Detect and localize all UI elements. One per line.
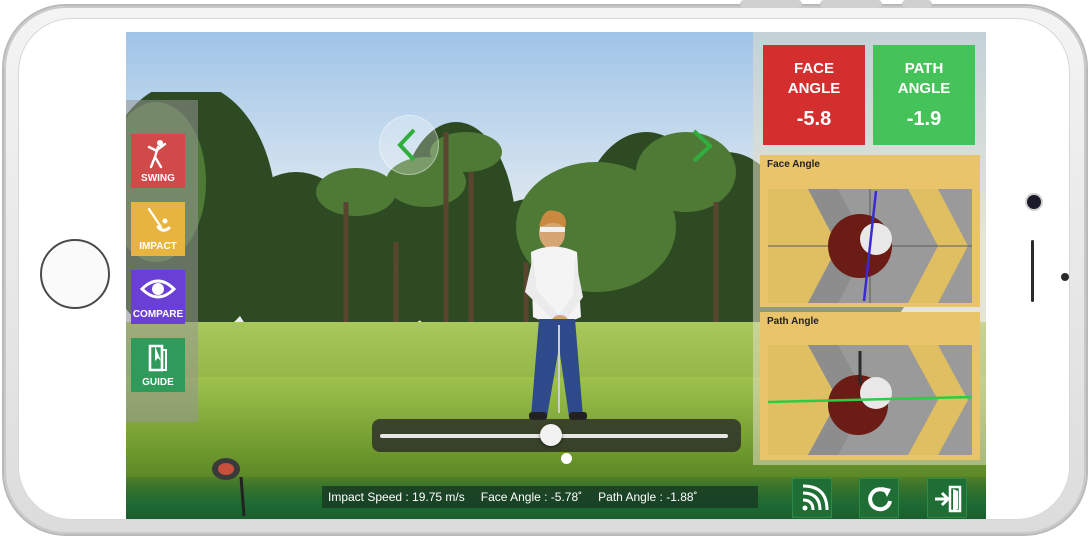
- path-angle-view-title: Path Angle: [767, 316, 819, 327]
- path-angle-view: Path Angle: [760, 312, 980, 460]
- impact-label: IMPACT: [139, 241, 177, 252]
- book-icon: [148, 344, 167, 372]
- club-selector-icon[interactable]: [210, 452, 246, 517]
- face-angle-diagram: [768, 189, 972, 303]
- compare-label: COMPARE: [132, 309, 184, 320]
- playback-slider[interactable]: [372, 419, 741, 452]
- replay-icon: [868, 487, 892, 512]
- chevron-right-icon[interactable]: [688, 128, 718, 164]
- golfer-avatar: [525, 210, 587, 420]
- analysis-panel: FACE ANGLE -5.8 PATH ANGLE -1.9 Face Ang…: [753, 32, 986, 465]
- guide-label: GUIDE: [142, 377, 174, 388]
- replay-button[interactable]: [859, 478, 899, 518]
- front-camera: [1027, 195, 1041, 209]
- volume-button: [820, 0, 882, 8]
- compare-button[interactable]: COMPARE: [131, 270, 185, 324]
- proximity-sensor: [1061, 273, 1069, 281]
- impact-button[interactable]: IMPACT: [131, 202, 185, 256]
- swing-label: SWING: [141, 173, 175, 184]
- frame-indicator-dot: [561, 453, 572, 464]
- path-angle-heading-line1: PATH: [904, 60, 944, 77]
- exit-door-icon: [935, 485, 962, 513]
- golfer-icon: [147, 140, 167, 169]
- face-angle-card: FACE ANGLE -5.8: [763, 45, 865, 145]
- side-menu: SWING IMPACT COMPARE GUIDE: [126, 100, 198, 422]
- impact-readout: Impact Speed : 19.75 m/s Face Angle : -5.…: [322, 486, 758, 508]
- home-button[interactable]: [40, 239, 110, 309]
- face-angle-view-title: Face Angle: [767, 159, 820, 170]
- golf-club-ball-icon: [147, 207, 171, 232]
- exit-button[interactable]: [927, 478, 967, 518]
- path-angle-heading-line2: ANGLE: [897, 80, 951, 97]
- swing-button[interactable]: SWING: [131, 134, 185, 188]
- guide-button[interactable]: GUIDE: [131, 338, 185, 392]
- path-angle-diagram: [768, 345, 972, 455]
- impact-speed-text: Impact Speed : 19.75 m/s: [328, 490, 465, 504]
- face-angle-text: Face Angle : -5.78˚: [480, 490, 583, 504]
- previous-view-button[interactable]: [379, 115, 439, 175]
- path-angle-card: PATH ANGLE -1.9: [873, 45, 975, 145]
- path-angle-text: Path Angle : -1.88˚: [598, 490, 698, 504]
- path-angle-value: -1.9: [906, 108, 942, 130]
- path-angle-visual: [768, 345, 972, 455]
- face-angle-heading-line2: ANGLE: [787, 80, 841, 97]
- earpiece-speaker: [1031, 240, 1034, 302]
- face-angle-view: Face Angle: [760, 155, 980, 307]
- face-angle-value: -5.8: [796, 108, 832, 130]
- chevron-left-icon: [397, 128, 416, 162]
- slider-thumb[interactable]: [539, 424, 562, 446]
- volume-button: [740, 0, 802, 8]
- mute-switch: [902, 0, 932, 8]
- face-angle-heading-line1: FACE: [793, 60, 834, 77]
- sensor-connect-button[interactable]: [792, 478, 832, 518]
- app-screen: SWING IMPACT COMPARE GUIDE FACE ANGLE -5…: [126, 32, 986, 519]
- face-angle-visual: [768, 189, 972, 303]
- wireless-sensor-icon: [802, 484, 829, 511]
- eye-icon: [140, 279, 176, 299]
